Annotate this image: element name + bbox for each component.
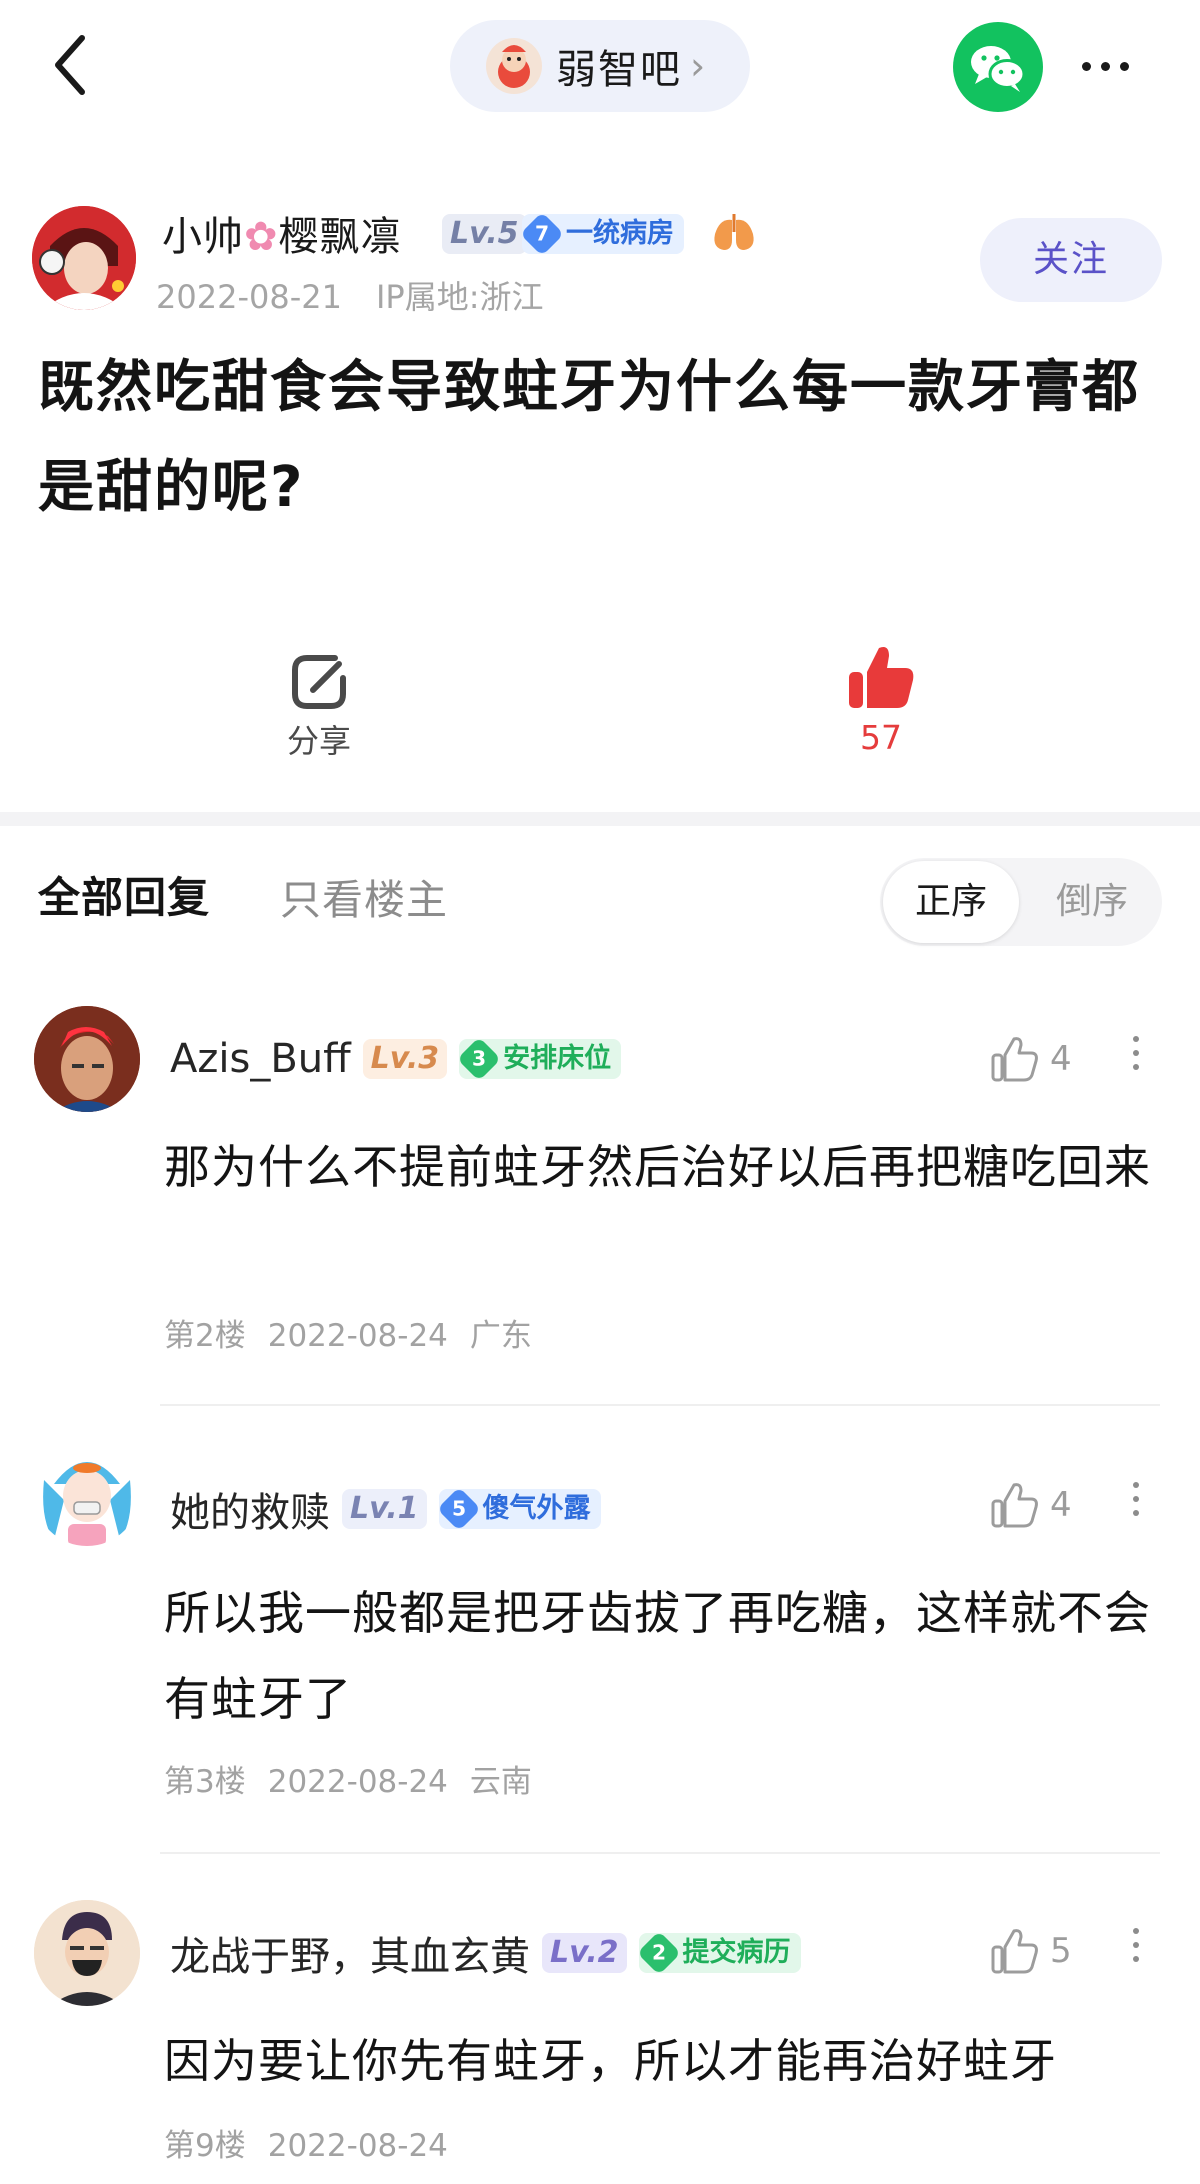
more-dot-icon bbox=[1081, 61, 1091, 71]
reply-content: 那为什么不提前蛀牙然后治好以后再把糖吃回来 bbox=[164, 1140, 1151, 1194]
wechat-icon bbox=[971, 46, 1026, 92]
reply-username[interactable]: 龙战于野，其血玄黄 bbox=[170, 1924, 530, 1982]
badge-text: 傻气外露 bbox=[482, 1493, 591, 1524]
member-badge: 2 提交病历 bbox=[636, 1930, 801, 1976]
reply-avatar[interactable] bbox=[34, 1900, 140, 2006]
reply-meta: 第9楼 2022-08-24 bbox=[164, 2120, 470, 2165]
author-name[interactable]: 小帅✿樱飘凛 bbox=[162, 204, 402, 262]
badge-diamond-icon: 7 bbox=[519, 211, 565, 257]
reply-avatar[interactable] bbox=[34, 1006, 140, 1112]
lungs-icon bbox=[710, 214, 758, 254]
like-count: 57 bbox=[860, 718, 902, 757]
reply-username[interactable]: 她的救赎 bbox=[170, 1480, 330, 1538]
more-dot-icon bbox=[1133, 1496, 1139, 1502]
member-badge: 5 傻气外露 bbox=[436, 1486, 601, 1532]
reply-more-button[interactable] bbox=[1128, 1928, 1144, 1962]
more-dot-icon bbox=[1100, 61, 1110, 71]
post-title: 既然吃甜食会导致蛀牙为什么每一款牙膏都是甜的呢? bbox=[38, 355, 1140, 520]
more-dot-icon bbox=[1119, 61, 1129, 71]
reply-content: 所以我一般都是把牙齿拔了再吃糖，这样就不会有蛀牙了 bbox=[164, 1586, 1151, 1726]
author-avatar[interactable] bbox=[32, 206, 136, 310]
reply-content: 因为要让你先有蛀牙，所以才能再治好蛀牙 bbox=[164, 2034, 1057, 2088]
more-dot-icon bbox=[1133, 1050, 1139, 1056]
section-divider bbox=[0, 812, 1200, 826]
level-tag: Lv.5 bbox=[442, 214, 527, 254]
badge-diamond-icon: 3 bbox=[457, 1036, 502, 1082]
reply-like-button[interactable]: 4 bbox=[990, 1034, 1072, 1084]
reply-header: 她的救赎 Lv.1 5 傻气外露 bbox=[170, 1480, 601, 1538]
reply-like-count: 5 bbox=[1050, 1931, 1072, 1971]
tab-op-only[interactable]: 只看楼主 bbox=[280, 866, 448, 926]
wechat-share-button[interactable] bbox=[953, 22, 1043, 112]
sort-descending-button[interactable]: 倒序 bbox=[1025, 861, 1159, 943]
level-tag: Lv.2 bbox=[542, 1933, 627, 1973]
thumbs-up-icon bbox=[991, 1037, 1038, 1082]
back-arrow-icon bbox=[55, 35, 85, 95]
author-meta: 2022-08-21 IP属地:浙江 bbox=[156, 272, 544, 318]
reply-like-count: 4 bbox=[1050, 1039, 1072, 1079]
follow-button[interactable]: 关注 bbox=[980, 218, 1162, 302]
chevron-right-icon: › bbox=[690, 44, 706, 88]
reply-divider bbox=[160, 1404, 1160, 1406]
reply-like-button[interactable]: 5 bbox=[990, 1926, 1072, 1976]
share-icon bbox=[287, 650, 351, 714]
badge-text: 安排床位 bbox=[503, 1043, 612, 1074]
reply-like-button[interactable]: 4 bbox=[990, 1480, 1072, 1530]
share-label: 分享 bbox=[286, 722, 351, 760]
sort-ascending-button[interactable]: 正序 bbox=[883, 861, 1019, 943]
reply-meta: 第3楼 2022-08-24 云南 bbox=[164, 1756, 532, 1801]
reply-more-button[interactable] bbox=[1128, 1482, 1144, 1516]
forum-avatar bbox=[486, 38, 542, 94]
share-button[interactable]: 分享 bbox=[276, 650, 362, 762]
forum-name: 弱智吧 bbox=[556, 47, 682, 93]
more-dot-icon bbox=[1133, 1482, 1139, 1488]
floor-number: 第2楼 bbox=[164, 1318, 246, 1354]
more-dot-icon bbox=[1133, 1956, 1139, 1962]
badge-text: 提交病历 bbox=[682, 1937, 791, 1968]
member-badge: 7 一统病房 bbox=[519, 211, 684, 257]
reply-like-count: 4 bbox=[1050, 1485, 1072, 1525]
reply-date: 2022-08-24 bbox=[267, 1764, 448, 1800]
more-dot-icon bbox=[1133, 1036, 1139, 1042]
reply-header: Azis_Buff Lv.3 3 安排床位 bbox=[170, 1036, 622, 1082]
thumbs-up-filled-icon bbox=[845, 642, 917, 714]
floor-number: 第3楼 bbox=[164, 1764, 246, 1800]
reply-divider bbox=[160, 1852, 1160, 1854]
floor-number: 第9楼 bbox=[164, 2128, 246, 2164]
member-badge: 3 安排床位 bbox=[457, 1036, 622, 1082]
author-name-part1: 小帅 bbox=[162, 214, 244, 260]
thumbs-up-icon bbox=[991, 1929, 1038, 1974]
more-dot-icon bbox=[1133, 1510, 1139, 1516]
forum-entry-button[interactable]: 弱智吧 › bbox=[450, 20, 750, 112]
more-options-button[interactable] bbox=[1070, 46, 1140, 86]
reply-meta: 第2楼 2022-08-24 广东 bbox=[164, 1310, 532, 1355]
more-dot-icon bbox=[1133, 1942, 1139, 1948]
back-button[interactable] bbox=[44, 30, 100, 100]
more-dot-icon bbox=[1133, 1928, 1139, 1934]
reply-date: 2022-08-24 bbox=[267, 2128, 448, 2164]
tab-all-replies[interactable]: 全部回复 bbox=[38, 864, 210, 925]
post-date: 2022-08-21 bbox=[156, 278, 342, 316]
reply-avatar[interactable] bbox=[34, 1440, 140, 1546]
like-button[interactable]: 57 bbox=[840, 642, 922, 757]
badge-diamond-icon: 5 bbox=[436, 1486, 481, 1532]
reply-date: 2022-08-24 bbox=[267, 1318, 448, 1354]
sakura-icon: ✿ bbox=[244, 214, 279, 260]
reply-username[interactable]: Azis_Buff bbox=[170, 1036, 351, 1082]
author-name-part2: 樱飘凛 bbox=[278, 214, 402, 260]
reply-location: 广东 bbox=[469, 1318, 532, 1354]
reply-header: 龙战于野，其血玄黄 Lv.2 2 提交病历 bbox=[170, 1924, 801, 1982]
more-dot-icon bbox=[1133, 1064, 1139, 1070]
reply-location: 云南 bbox=[469, 1764, 532, 1800]
level-tag: Lv.3 bbox=[362, 1039, 448, 1079]
badge-text: 一统病房 bbox=[566, 218, 674, 249]
ip-location: IP属地:浙江 bbox=[375, 278, 544, 316]
reply-more-button[interactable] bbox=[1128, 1036, 1144, 1070]
badge-diamond-icon: 2 bbox=[636, 1930, 681, 1976]
thumbs-up-icon bbox=[991, 1483, 1038, 1528]
level-tag: Lv.1 bbox=[342, 1489, 427, 1529]
